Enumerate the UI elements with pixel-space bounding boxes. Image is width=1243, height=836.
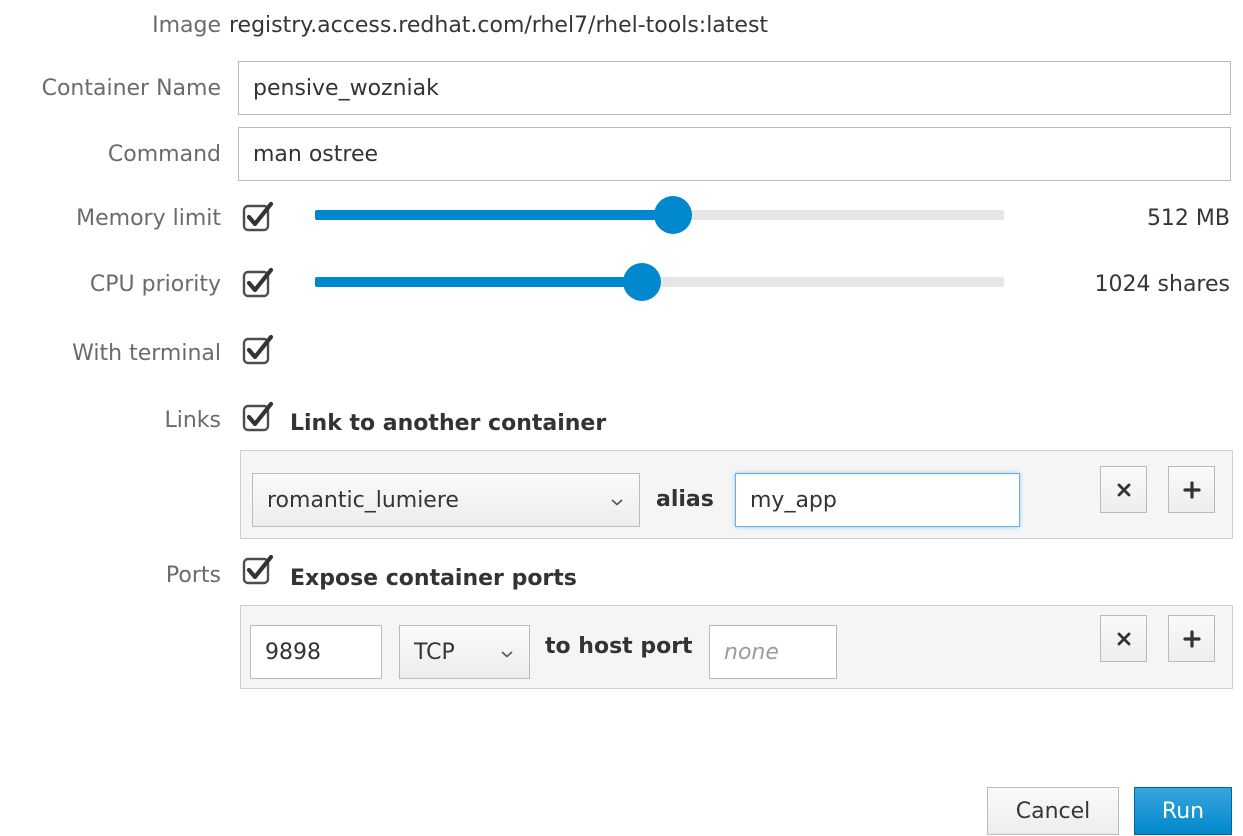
plus-icon <box>1182 629 1201 648</box>
cpu-priority-label: CPU priority <box>89 272 221 297</box>
links-label: Links <box>164 408 221 433</box>
remove-port-button[interactable] <box>1100 615 1147 662</box>
ports-label: Ports <box>165 563 221 588</box>
check-icon <box>242 401 274 432</box>
command-input[interactable] <box>238 127 1231 181</box>
with-terminal-checkbox[interactable] <box>242 333 274 365</box>
chevron-down-icon <box>499 640 515 665</box>
memory-limit-slider-handle[interactable] <box>654 196 693 234</box>
run-button[interactable]: Run <box>1134 787 1232 835</box>
to-host-port-label: to host port <box>545 634 693 659</box>
memory-limit-slider-fill <box>315 210 674 220</box>
cpu-priority-slider-handle[interactable] <box>623 263 662 301</box>
ports-heading: Expose container ports <box>290 566 577 591</box>
command-label: Command <box>107 142 221 167</box>
check-icon <box>242 267 274 298</box>
links-panel: romantic_lumiere alias <box>240 450 1233 539</box>
memory-limit-value: 512 MB <box>1146 206 1230 231</box>
with-terminal-label: With terminal <box>72 341 221 366</box>
image-value: registry.access.redhat.com/rhel7/rhel-to… <box>229 13 769 38</box>
links-checkbox[interactable] <box>242 400 274 432</box>
container-port-input[interactable] <box>250 625 382 679</box>
ports-checkbox[interactable] <box>242 553 274 585</box>
chevron-down-icon <box>609 488 625 513</box>
host-port-input[interactable] <box>709 625 837 679</box>
close-icon <box>1117 483 1130 496</box>
add-port-button[interactable] <box>1168 615 1215 662</box>
memory-limit-checkbox[interactable] <box>242 200 274 232</box>
alias-input[interactable] <box>735 473 1020 527</box>
memory-limit-slider[interactable] <box>315 196 1004 234</box>
check-icon <box>242 201 274 232</box>
links-heading: Link to another container <box>290 411 607 436</box>
protocol-value: TCP <box>414 639 455 665</box>
check-icon <box>242 554 274 585</box>
protocol-select[interactable]: TCP <box>399 625 530 679</box>
link-container-value: romantic_lumiere <box>267 487 459 513</box>
link-container-select[interactable]: romantic_lumiere <box>252 473 640 527</box>
remove-link-button[interactable] <box>1100 466 1147 513</box>
add-link-button[interactable] <box>1168 466 1215 513</box>
cancel-button[interactable]: Cancel <box>987 787 1119 835</box>
close-icon <box>1117 632 1130 645</box>
memory-limit-label: Memory limit <box>76 206 221 231</box>
check-icon <box>242 334 274 365</box>
container-name-input[interactable] <box>238 61 1231 115</box>
cpu-priority-value: 1024 shares <box>1094 272 1230 297</box>
ports-panel: TCP to host port <box>240 605 1233 689</box>
plus-icon <box>1182 480 1201 499</box>
image-label: Image <box>152 13 221 38</box>
cpu-priority-slider[interactable] <box>315 263 1004 301</box>
cpu-priority-checkbox[interactable] <box>242 266 274 298</box>
alias-label: alias <box>656 487 714 512</box>
cpu-priority-slider-fill <box>315 277 643 287</box>
container-name-label: Container Name <box>41 76 221 101</box>
